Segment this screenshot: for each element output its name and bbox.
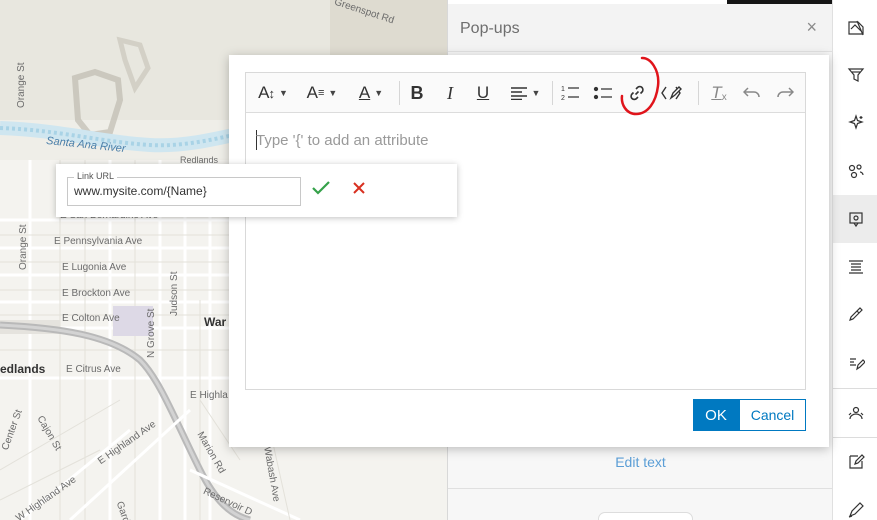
- link-url-popover: Link URL: [56, 164, 457, 217]
- filter-icon[interactable]: [833, 51, 877, 99]
- labels-icon[interactable]: [833, 339, 877, 387]
- insert-expression-icon[interactable]: [657, 79, 687, 107]
- map-label: E Colton Ave: [62, 313, 120, 324]
- map-label: E Highla: [190, 390, 228, 401]
- map-label: E Citrus Ave: [66, 364, 121, 375]
- svg-text:2: 2: [561, 95, 565, 102]
- ok-button[interactable]: OK: [693, 399, 739, 431]
- map-label: War: [204, 315, 227, 329]
- map-label: E Pennsylvania Ave: [54, 236, 143, 247]
- text-editor-dialog: A ↕ ▼ A ≡ ▼ A ▼ B I U ▼ 12 T x Type '{' …: [229, 55, 829, 447]
- undo-icon[interactable]: [739, 79, 765, 107]
- cancel-button[interactable]: Cancel: [739, 399, 806, 431]
- forms-icon[interactable]: [833, 389, 877, 437]
- fields-icon[interactable]: [833, 243, 877, 291]
- edit-text-link[interactable]: Edit text: [448, 454, 833, 470]
- link-url-field[interactable]: [67, 177, 301, 206]
- editor-content-area[interactable]: Type '{' to add an attribute: [246, 113, 805, 389]
- rich-text-editor: A ↕ ▼ A ≡ ▼ A ▼ B I U ▼ 12 T x Type '{' …: [245, 72, 806, 390]
- bold-icon[interactable]: B: [404, 79, 430, 107]
- bulleted-list-icon[interactable]: [590, 79, 616, 107]
- map-label: E Brockton Ave: [62, 288, 131, 299]
- panel-title: Pop-ups: [460, 20, 520, 37]
- styles-icon[interactable]: [833, 291, 877, 339]
- link-url-label: Link URL: [74, 171, 118, 181]
- divider: [552, 81, 553, 105]
- map-layers-icon[interactable]: [833, 4, 877, 52]
- font-size-icon[interactable]: A ↕ ▼: [254, 79, 292, 107]
- font-color-icon[interactable]: A ▼: [352, 79, 390, 107]
- action-bar: [832, 0, 877, 520]
- map-label: E Lugonia Ave: [62, 262, 127, 273]
- map-label: Orange St: [18, 224, 29, 270]
- divider: [399, 81, 400, 105]
- svg-text:1: 1: [561, 86, 565, 93]
- edit-icon[interactable]: [833, 438, 877, 486]
- map-label: N Grove St: [146, 308, 157, 358]
- italic-icon[interactable]: I: [437, 79, 463, 107]
- divider: [698, 81, 699, 105]
- panel-pill-button[interactable]: [598, 512, 693, 520]
- clear-format-icon[interactable]: Tx: [706, 79, 732, 107]
- close-icon[interactable]: [352, 181, 366, 200]
- effects-icon[interactable]: [833, 99, 877, 147]
- font-family-icon[interactable]: A ≡ ▼: [302, 79, 342, 107]
- map-label-city: edlands: [0, 362, 46, 376]
- clustering-icon[interactable]: [833, 147, 877, 195]
- check-icon[interactable]: [311, 180, 331, 201]
- editor-placeholder: Type '{' to add an attribute: [256, 132, 429, 149]
- panel-header: Pop-ups ×: [448, 4, 833, 52]
- close-icon[interactable]: ×: [806, 18, 817, 36]
- ordered-list-icon[interactable]: 12: [557, 79, 583, 107]
- underline-icon[interactable]: U: [470, 79, 496, 107]
- editor-toolbar: A ↕ ▼ A ≡ ▼ A ▼ B I U ▼ 12 T x: [246, 73, 805, 113]
- divider: [448, 488, 833, 489]
- map-label: Orange St: [16, 62, 27, 108]
- map-label: Judson St: [169, 271, 180, 316]
- align-icon[interactable]: ▼: [505, 79, 545, 107]
- sketch-icon[interactable]: [833, 486, 877, 520]
- popups-icon[interactable]: [833, 195, 877, 243]
- link-url-input[interactable]: [74, 184, 294, 198]
- link-icon[interactable]: [624, 79, 650, 107]
- redo-icon[interactable]: [772, 79, 798, 107]
